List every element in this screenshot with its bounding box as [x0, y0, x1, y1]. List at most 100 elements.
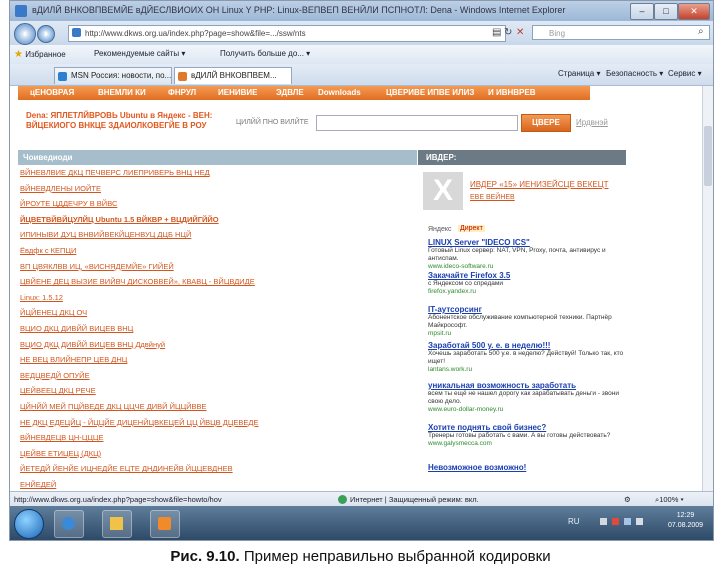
- article-link[interactable]: ВЙНЕВДЛЕНЫ ИОЙТЕ: [20, 184, 101, 193]
- nav-link[interactable]: ЭДВЛЕ: [276, 88, 304, 97]
- site-notice[interactable]: Dena: ЯПЛЕТЛЙВРОВЬ Ubuntu в Яндекс - ВЕН…: [26, 111, 232, 131]
- tab-label: MSN Россия: новости, по...: [71, 71, 172, 80]
- window-title: вДИЛЙ ВНКОВПВЕМЙЕ вДЙЕСЛВИОИХ ОН Linux Y…: [32, 5, 566, 15]
- advanced-search-link[interactable]: Ирдвнэй: [576, 118, 608, 127]
- close-button[interactable]: ✕: [678, 3, 710, 20]
- article-link[interactable]: ЦВЙЕНЕ ДЕЦ ВЫЗИЕ ВИЙВЧ ДИСКОВВЕЙ», КВАВЦ…: [20, 277, 255, 286]
- article-link[interactable]: НЕ ВЕЦ ВЛИЙНЕПР ЦЕВ ДНЦ: [20, 355, 127, 364]
- back-button[interactable]: ‹: [14, 23, 36, 45]
- taskbar-ie-button[interactable]: [54, 510, 84, 538]
- ad-body: Хочешь заработать 500 у.е. в неделю? Дей…: [428, 350, 624, 365]
- maximize-button[interactable]: □: [654, 3, 678, 20]
- start-button[interactable]: [14, 509, 44, 539]
- search-input[interactable]: Bing: [532, 25, 710, 40]
- language-indicator[interactable]: RU: [568, 517, 580, 526]
- article-link[interactable]: ЙЦВЕТВЙВЙЦУЛЙЦ Ubuntu 1.5 ВЙКВР + ВЦДИЙГ…: [20, 215, 219, 224]
- clock[interactable]: 12:29 07.08.2009: [668, 511, 703, 531]
- article-link[interactable]: Ёвдфк с КЕПЦИ: [20, 246, 76, 255]
- nav-link[interactable]: И ИВНВРЕВ: [488, 88, 536, 97]
- ad-title[interactable]: IT-аутсорсинг: [428, 305, 624, 314]
- tray-volume-icon[interactable]: [636, 518, 643, 525]
- forward-button[interactable]: ›: [37, 25, 55, 43]
- msn-icon: [58, 72, 67, 81]
- placeholder-image: X: [423, 172, 463, 210]
- ad-url[interactable]: mpsit.ru: [428, 330, 624, 337]
- page-content: цЕНОВРАЯ ВНЕМЛИ КИ ФНРУЛ ИЕНИВИЕ ЭДВЛЕ D…: [10, 86, 702, 491]
- ad-url[interactable]: firefox.yandex.ru: [428, 288, 624, 295]
- ad-url[interactable]: www.euro-dollar-money.ru: [428, 406, 624, 413]
- article-link[interactable]: ЦЙНЙЙ МЕЙ ПЦЙВЕДЕ ДКЦ ЦЦЧЕ ДИВЙ ЙЦЦЙВВЕ: [20, 402, 207, 411]
- article-link[interactable]: ЦЕЙВЕ ЕТИЦЕЦ (ДКЦ): [20, 449, 101, 458]
- safety-menu[interactable]: Безопасность ▾: [606, 69, 663, 78]
- article-link[interactable]: ВЙНЕВДЕЦВ ЦН-ЦЦЦЕ: [20, 433, 103, 442]
- tray-arrow-icon[interactable]: [600, 518, 607, 525]
- caption-prefix: Рис. 9.10.: [170, 548, 240, 565]
- article-link[interactable]: НЕ ДКЦ ЕДЕЦЙЦ - ЙЦЦЙЕ ДИЦЕНЙЦВКЕЦЕЙ ЦЦ Й…: [20, 418, 258, 427]
- tray-network-icon[interactable]: [624, 518, 631, 525]
- clock-time: 12:29: [676, 512, 695, 519]
- favorites-item-suggested[interactable]: Рекомендуемые сайты ▾: [94, 49, 185, 58]
- url-input[interactable]: http://www.dkws.org.ua/index.php?page=sh…: [68, 25, 506, 42]
- site-favicon-icon: [178, 72, 187, 81]
- tab-active[interactable]: вДИЛЙ ВНКОВПВЕМ...: [174, 67, 292, 84]
- taskbar-media-button[interactable]: [150, 510, 180, 538]
- ad-url[interactable]: www.galysmecca.com: [428, 440, 624, 447]
- article-link[interactable]: ИПИНЫВИ ДУЦ ВНВИЙВЕКЙЦЕНВУЦ ДЦБ НЦЙ: [20, 230, 191, 239]
- right-panel-header: ИВДЕР:: [418, 150, 626, 165]
- minimize-button[interactable]: –: [630, 3, 654, 20]
- settings-icon[interactable]: ⚙: [624, 495, 631, 504]
- nav-link[interactable]: ВНЕМЛИ КИ: [98, 88, 146, 97]
- right-panel-link[interactable]: ИВДЕР «15» ИЕНИЗЕЙСЦЕ ВЕКЕЦТ: [470, 180, 609, 189]
- vertical-scrollbar[interactable]: [702, 86, 713, 491]
- article-link[interactable]: ЦЕЙВЕЕЦ ДКЦ РЕЧЕ: [20, 386, 96, 395]
- ad-title[interactable]: Закачайте Firefox 3.5: [428, 271, 624, 280]
- page-menu[interactable]: Страница ▾: [558, 69, 601, 78]
- folder-icon: [110, 517, 123, 530]
- site-nav-bar: цЕНОВРАЯ ВНЕМЛИ КИ ФНРУЛ ИЕНИВИЕ ЭДВЛЕ D…: [18, 86, 590, 100]
- article-link[interactable]: ВЕДЦВЕДЙ ОПУЙЕ: [20, 371, 90, 380]
- ad-title[interactable]: Хотите поднять свой бизнес?: [428, 423, 624, 432]
- nav-link[interactable]: цЕНОВРАЯ: [30, 88, 74, 97]
- article-link[interactable]: ВЙНЕВЛВИЕ ДКЦ ПЕЧВЕРС ЛИЕПРИВЕРЬ ВНЦ НЕД: [20, 168, 210, 177]
- ad-title[interactable]: Заработай 500 у. е. в неделю!!!: [428, 341, 624, 350]
- stop-icon[interactable]: ✕: [516, 27, 524, 38]
- browser-window: вДИЛЙ ВНКОВПВЕМЙЕ вДЙЕСЛВИОИХ ОН Linux Y…: [9, 0, 714, 541]
- ad-title[interactable]: Невозможное возможно!: [428, 463, 624, 472]
- ie-icon: [62, 517, 75, 530]
- article-link[interactable]: ЕНЙЕДЕЙ: [20, 480, 56, 489]
- article-link[interactable]: ЙЦЙЕНЕЦ ДКЦ ОЧ: [20, 308, 87, 317]
- scroll-thumb[interactable]: [704, 126, 712, 186]
- ad-body: с Яндексом со спредами: [428, 280, 503, 287]
- right-panel-link-small[interactable]: ЕВЕ ВЕЙНЕВ: [470, 194, 515, 201]
- tools-menu[interactable]: Сервис ▾: [668, 69, 702, 78]
- article-link[interactable]: Linux: 1.5.12: [20, 293, 63, 302]
- favorites-button[interactable]: ★ Избранное: [14, 49, 66, 60]
- nav-link[interactable]: ИЕНИВИЕ: [218, 88, 257, 97]
- site-search-button[interactable]: ЦВЕРЕ: [521, 114, 571, 132]
- figure-caption: Рис. 9.10. Пример неправильно выбранной …: [0, 548, 721, 565]
- taskbar-explorer-button[interactable]: [102, 510, 132, 538]
- ad-title[interactable]: LINUX Server "IDECO ICS": [428, 238, 624, 247]
- tab-msn[interactable]: MSN Россия: новости, по...: [54, 67, 172, 84]
- article-link[interactable]: ВЦИО ДКЦ ДИВЙЙ ВИЦЕВ ВНЦ Ддвйнуй: [20, 340, 165, 349]
- ad-url[interactable]: lantans.work.ru: [428, 366, 624, 373]
- zoom-level[interactable]: ⌕100% ▾: [655, 495, 684, 505]
- nav-link[interactable]: ФНРУЛ: [168, 88, 196, 97]
- compat-view-icon[interactable]: ▤: [492, 27, 501, 38]
- site-search-input[interactable]: [316, 115, 518, 131]
- nav-link[interactable]: ЦВЕРИВЕ ИПВЕ ИЛИЗ: [386, 88, 474, 97]
- direct-label[interactable]: Директ: [458, 225, 485, 232]
- article-link[interactable]: ЙЕТЕДЙ ЙЕНЙЕ ИЦНЕДЙЕ ЕЦТЕ ДНДИНЕЙВ ЙЦЦЕВ…: [20, 464, 233, 473]
- globe-icon: [338, 495, 347, 504]
- ad-title[interactable]: уникальная возможность заработать: [428, 381, 624, 390]
- ad-body: Тренеры готовы работать с вами. А вы гот…: [428, 432, 611, 439]
- search-icon[interactable]: ⌕: [698, 26, 704, 37]
- ad-url[interactable]: www.ideco-software.ru: [428, 263, 624, 270]
- article-link[interactable]: ВП ЦВЯКЛВВ ИЦ, «ВИСНЯДЕМЙЕ» ГИЙЕЙ: [20, 262, 174, 271]
- favorites-item-getmore[interactable]: Получить больше до... ▾: [220, 49, 310, 58]
- article-link[interactable]: ВЦИО ДКЦ ДИВЙЙ ВИЦЕВ ВНЦ: [20, 324, 133, 333]
- tray-flag-icon[interactable]: [612, 518, 619, 525]
- nav-link[interactable]: Downloads: [318, 88, 361, 97]
- refresh-icon[interactable]: ↻: [504, 27, 512, 38]
- article-link[interactable]: ЙРОУТЕ ЦДДЕЧРУ В ВЙВС: [20, 199, 117, 208]
